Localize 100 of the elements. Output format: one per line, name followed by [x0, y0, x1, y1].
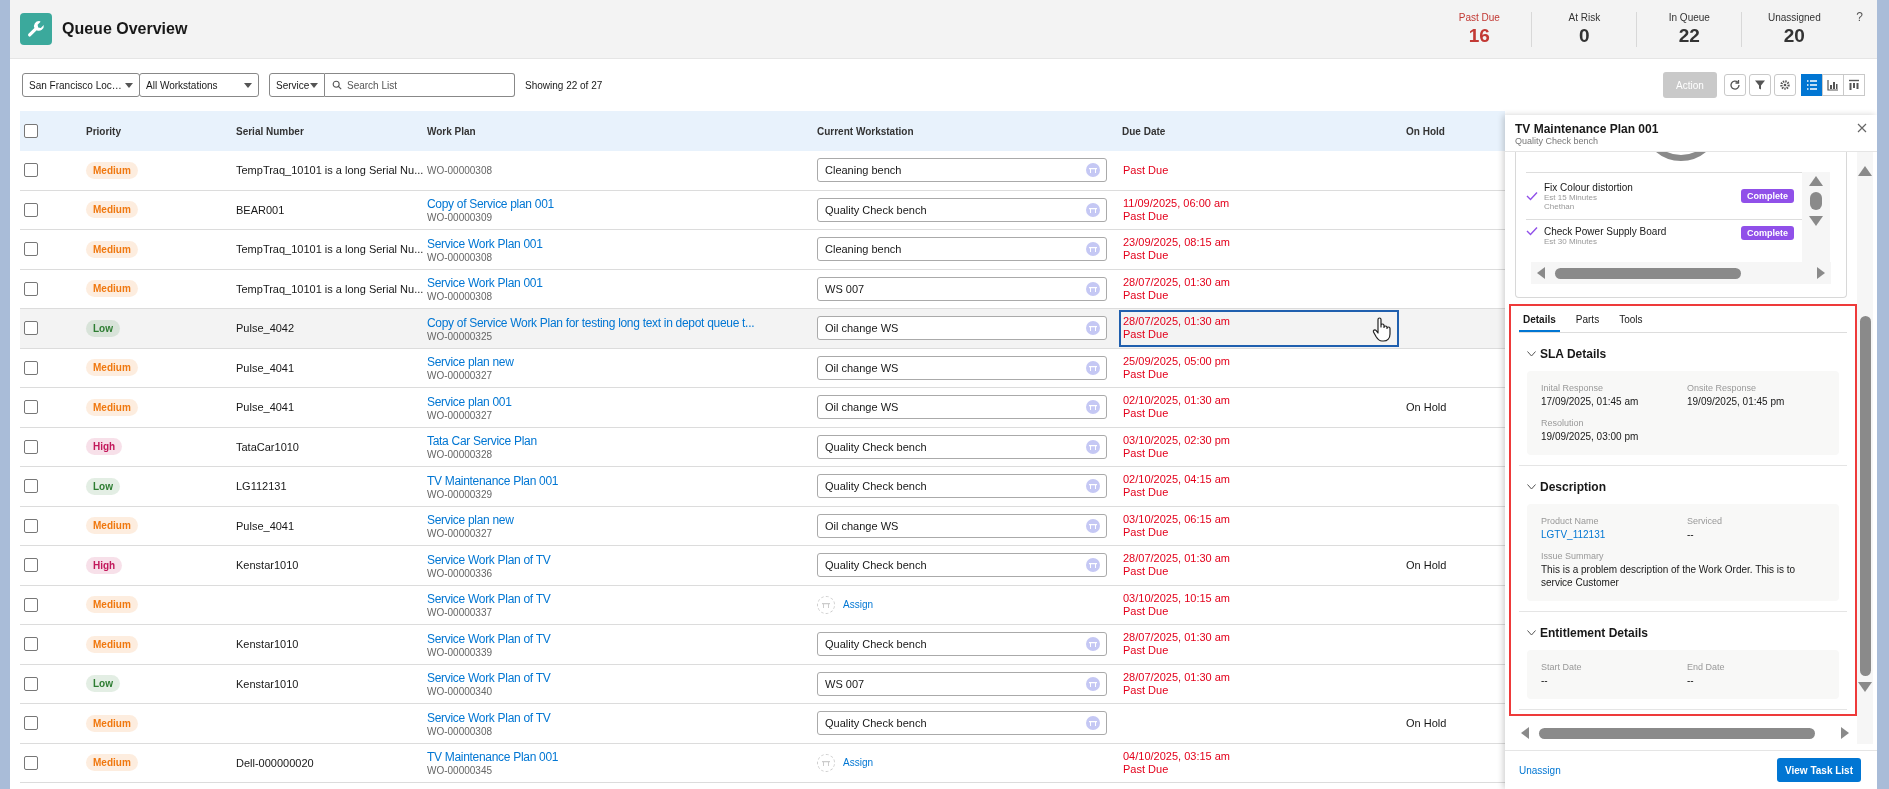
assign-link[interactable]: Assign	[843, 757, 873, 769]
filter-icon[interactable]	[1754, 79, 1766, 91]
row-checkbox[interactable]	[24, 597, 38, 612]
filter-dropdown[interactable]: San Francisco Loc…	[22, 73, 140, 97]
selected-row[interactable]: Low Pulse_4042 Copy of Service Work Plan for testing long text in depot queue t... WO-00000325 Oil change WS 28/07/2025, 01:30 am Past Due	[20, 309, 1505, 349]
vertical-scrollbar[interactable]	[1802, 172, 1830, 262]
row-checkbox[interactable]	[24, 558, 38, 573]
due-date: 28/07/2025, 01:30 am	[1123, 670, 1231, 684]
workstation-field[interactable]: Oil change WS	[817, 395, 1107, 420]
work-plan-link[interactable]: Service Work Plan of TV	[427, 670, 551, 687]
close-icon[interactable]	[1857, 123, 1867, 133]
field-link[interactable]: LGTV_112131	[1541, 528, 1679, 541]
section-header[interactable]: Description	[1527, 480, 1847, 494]
workstation-field[interactable]: Quality Check bench	[817, 474, 1107, 499]
tab[interactable]: Tools	[1615, 306, 1647, 332]
row-checkbox[interactable]	[24, 518, 38, 533]
work-plan-link[interactable]: Service Work Plan of TV	[427, 709, 551, 726]
bar-chart-icon[interactable]	[1827, 79, 1839, 91]
search-scope-dropdown[interactable]: Service	[269, 73, 325, 97]
row-checkbox[interactable]	[24, 321, 38, 336]
serial-number: TempTraq_10101 is a long Serial Nu...	[236, 164, 424, 177]
workstation-field[interactable]: Oil change WS	[817, 355, 1107, 380]
stat-value: 16	[1468, 24, 1490, 47]
row-checkbox[interactable]	[24, 400, 38, 415]
work-plan-link[interactable]: TV Maintenance Plan 001	[427, 749, 559, 766]
work-plan-link[interactable]: Service Work Plan 001	[427, 275, 543, 292]
workstation-field[interactable]: WS 007	[817, 276, 1107, 301]
field-label: Start Date	[1541, 662, 1583, 672]
left-triangle-icon[interactable]	[1537, 267, 1545, 279]
search-field[interactable]: Search List	[325, 73, 515, 97]
work-plan-link[interactable]: TV Maintenance Plan 001	[427, 472, 559, 489]
section-header[interactable]: Entitlement Details	[1527, 626, 1847, 640]
scroll-thumb[interactable]	[1539, 727, 1815, 739]
vertical-scrollbar[interactable]	[1857, 152, 1873, 744]
work-order-number: WO-00000328	[427, 449, 493, 461]
work-plan-link[interactable]: Service plan new	[427, 512, 514, 529]
work-plan-link[interactable]: Service Work Plan of TV	[427, 591, 551, 608]
view-task-list-button[interactable]: View Task List	[1777, 758, 1861, 782]
workstation-field[interactable]: Cleaning bench	[817, 158, 1107, 183]
work-plan-link[interactable]: Service Work Plan of TV	[427, 630, 551, 647]
workstation-field[interactable]: Quality Check bench	[817, 711, 1107, 736]
workstation-field[interactable]: Cleaning bench	[817, 237, 1107, 262]
row-checkbox[interactable]	[24, 755, 38, 770]
row-checkbox[interactable]	[24, 242, 38, 257]
left-triangle-icon[interactable]	[1521, 727, 1529, 740]
row-checkbox[interactable]	[24, 163, 38, 178]
column-header: Current Workstation	[817, 125, 915, 137]
serial-number: BEAR001	[236, 203, 285, 216]
help-link[interactable]: ?	[1856, 10, 1863, 24]
row-checkbox[interactable]	[24, 716, 38, 731]
workstation-field[interactable]: Quality Check bench	[817, 553, 1107, 578]
refresh-icon[interactable]	[1729, 79, 1741, 91]
right-triangle-icon[interactable]	[1817, 267, 1825, 279]
up-triangle-icon[interactable]	[1809, 176, 1823, 186]
down-triangle-icon[interactable]	[1858, 682, 1872, 692]
work-plan-link[interactable]: Tata Car Service Plan	[427, 433, 537, 450]
due-date: 03/10/2025, 10:15 am	[1123, 591, 1231, 605]
work-plan-link[interactable]: Service Work Plan 001	[427, 235, 543, 252]
scroll-thumb[interactable]	[1859, 316, 1871, 676]
assign-link[interactable]: Assign	[843, 599, 873, 611]
right-triangle-icon[interactable]	[1841, 727, 1849, 740]
tab[interactable]: Parts	[1571, 306, 1604, 332]
down-triangle-icon[interactable]	[1809, 216, 1823, 226]
horizontal-scrollbar[interactable]	[1531, 262, 1831, 284]
row-checkbox[interactable]	[24, 281, 38, 296]
list-icon[interactable]	[1806, 79, 1818, 91]
row-checkbox[interactable]	[24, 479, 38, 494]
row-checkbox[interactable]	[24, 637, 38, 652]
workstation-field[interactable]: Quality Check bench	[817, 434, 1107, 459]
workstation-field[interactable]: Oil change WS	[817, 316, 1107, 341]
row-checkbox[interactable]	[24, 676, 38, 691]
scroll-thumb[interactable]	[1555, 267, 1741, 279]
workstation-field[interactable]: Oil change WS	[817, 513, 1107, 538]
columns-icon[interactable]	[1848, 79, 1860, 91]
workstation-field[interactable]: WS 007	[817, 671, 1107, 696]
row-checkbox[interactable]	[24, 202, 38, 217]
unassign-link[interactable]: Unassign	[1519, 764, 1561, 776]
up-triangle-icon[interactable]	[1858, 166, 1872, 176]
work-plan-link[interactable]: Service Work Plan of TV	[427, 551, 551, 568]
workstation-field[interactable]: Quality Check bench	[817, 632, 1107, 657]
priority-tag: Medium	[86, 359, 138, 377]
due-date: 03/10/2025, 06:15 am	[1123, 512, 1231, 526]
work-plan-link[interactable]: Service plan 001	[427, 393, 512, 410]
scroll-thumb[interactable]	[1810, 192, 1822, 210]
select-all-checkbox[interactable]	[24, 124, 38, 138]
work-plan-link[interactable]: Copy of Service Work Plan for testing long text in depot queue t...	[427, 314, 755, 331]
workstation-field[interactable]: Quality Check bench	[817, 197, 1107, 222]
workstation-icon	[1086, 202, 1100, 217]
section-header[interactable]: SLA Details	[1527, 347, 1847, 361]
priority-tag: Low	[86, 675, 120, 693]
settings-icon[interactable]	[1779, 79, 1791, 91]
field-value: --	[1541, 674, 1549, 687]
row-checkbox[interactable]	[24, 360, 38, 375]
work-plan-link[interactable]: Service plan new	[427, 354, 514, 371]
work-plan-link[interactable]: Copy of Service plan 001	[427, 196, 554, 213]
filter-dropdown[interactable]: All Workstations	[139, 73, 259, 97]
row-checkbox[interactable]	[24, 439, 38, 454]
column-header: Serial Number	[236, 125, 305, 137]
tab[interactable]: Details	[1519, 306, 1560, 332]
priority-tag: Medium	[86, 201, 138, 219]
